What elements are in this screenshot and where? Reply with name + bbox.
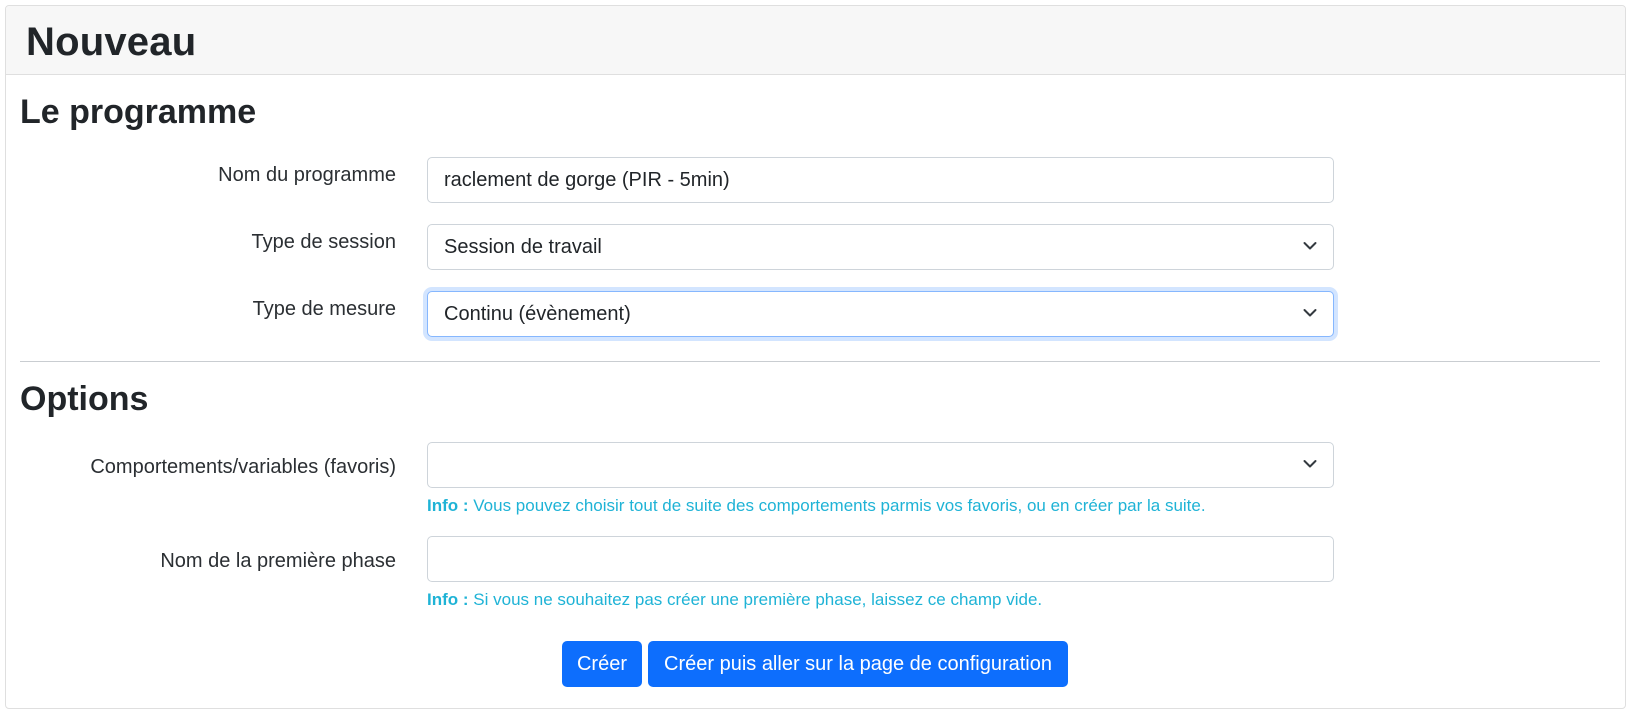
behaviors-help-prefix: Info : (427, 496, 469, 515)
session-type-select[interactable]: Session de travail (427, 224, 1334, 270)
measure-type-label: Type de mesure (252, 298, 396, 320)
first-phase-input[interactable] (427, 536, 1334, 582)
chevron-down-icon (1303, 242, 1317, 250)
behaviors-help-text: Info : Vous pouvez choisir tout de suite… (427, 496, 1206, 516)
section-divider (20, 361, 1600, 362)
first-phase-help-body: Si vous ne souhaitez pas créer une premi… (468, 590, 1043, 609)
behaviors-label: Comportements/variables (favoris) (90, 456, 396, 478)
options-section-title: Options (20, 380, 149, 418)
first-phase-label: Nom de la première phase (160, 550, 396, 572)
card-header: Nouveau (6, 6, 1625, 75)
measure-type-select[interactable]: Continu (évènement) (427, 291, 1334, 337)
program-section-title: Le programme (20, 93, 257, 131)
program-name-input[interactable] (427, 157, 1334, 203)
page-title: Nouveau (26, 20, 197, 64)
program-name-label: Nom du programme (218, 164, 396, 186)
create-button[interactable]: Créer (562, 641, 642, 687)
session-type-label: Type de session (251, 231, 396, 253)
first-phase-help-prefix: Info : (427, 590, 469, 609)
behaviors-help-body: Vous pouvez choisir tout de suite des co… (468, 496, 1206, 515)
session-type-value: Session de travail (444, 236, 602, 258)
chevron-down-icon (1303, 309, 1317, 317)
behaviors-select[interactable] (427, 442, 1334, 488)
first-phase-help-text: Info : Si vous ne souhaitez pas créer un… (427, 590, 1042, 610)
measure-type-value: Continu (évènement) (444, 303, 631, 325)
create-and-configure-button[interactable]: Créer puis aller sur la page de configur… (648, 641, 1068, 687)
chevron-down-icon (1303, 460, 1317, 468)
